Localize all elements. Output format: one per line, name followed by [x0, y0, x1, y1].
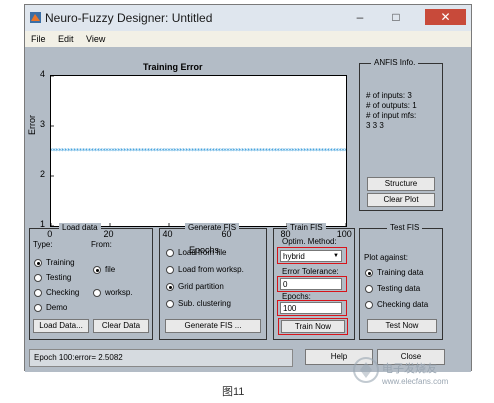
sub-clustering-radio[interactable] [166, 300, 174, 308]
training-error-plot: * * * * * * * * * * * * * * * * * * * * * * * * * * * * * * * * * * * * * * * *… [50, 75, 347, 227]
x-tick-label: 100 [336, 229, 352, 239]
from-workspace-radio[interactable] [93, 289, 101, 297]
y-axis-label: Error [27, 115, 37, 135]
from-workspace-label: worksp. [105, 288, 133, 297]
anfis-info-line: # of outputs: 1 [366, 101, 417, 110]
y-tick-label: 1 [40, 219, 46, 229]
anfis-info-line: 3 3 3 [366, 121, 384, 130]
load-from-file-label: Load from file [178, 248, 227, 257]
sub-clustering-label: Sub. clustering [178, 299, 231, 308]
y-tick-label: 2 [40, 169, 46, 179]
menu-bar: File Edit View [25, 31, 471, 47]
load-from-workspace-radio[interactable] [166, 266, 174, 274]
clear-data-button[interactable]: Clear Data [93, 319, 149, 333]
optim-method-value: hybrid [283, 252, 305, 261]
type-testing-radio[interactable] [34, 274, 42, 282]
plot-training-data-label: Training data [377, 268, 424, 277]
window-close-button[interactable]: ✕ [425, 9, 466, 25]
train-fis-title: Train FIS [287, 223, 326, 232]
type-label: Type: [33, 240, 53, 249]
error-tolerance-input[interactable]: 0 [280, 278, 342, 290]
clear-plot-button[interactable]: Clear Plot [367, 193, 435, 207]
type-testing-label: Testing [46, 273, 72, 282]
plot-against-label: Plot against: [364, 253, 409, 262]
grid-partition-radio[interactable] [166, 283, 174, 291]
watermark-logo: 电子发烧友 www.elecfans.com [352, 352, 480, 396]
error-tolerance-label: Error Tolerance: [282, 267, 339, 276]
type-checking-radio[interactable] [34, 289, 42, 297]
load-data-title: Load data [59, 223, 101, 232]
maximize-icon[interactable]: □ [381, 9, 411, 25]
optim-method-select[interactable]: hybrid ▼ [280, 250, 342, 262]
from-label: From: [91, 240, 112, 249]
plot-canvas: * * * * * * * * * * * * * * * * * * * * * * * * * * * * * * * * * * * * * * * *… [51, 76, 346, 226]
menu-edit[interactable]: Edit [58, 34, 74, 44]
epochs-input[interactable]: 100 [280, 302, 342, 314]
watermark-url: www.elecfans.com [382, 377, 449, 386]
x-tick-label: 40 [162, 229, 173, 239]
y-tick-label: 3 [40, 119, 46, 129]
x-tick-label: 60 [221, 229, 232, 239]
plot-title: Training Error [143, 62, 203, 72]
generate-fis-button[interactable]: Generate FIS ... [165, 319, 261, 333]
neuro-fuzzy-designer-window: Neuro-Fuzzy Designer: Untitled – □ ✕ Fil… [24, 4, 472, 372]
main-area: Training Error Error Epochs * * * * * * * * * * * *… [25, 47, 471, 372]
matlab-app-icon [30, 12, 41, 23]
from-file-label: file [105, 265, 116, 274]
watermark-name: 电子发烧友 [382, 363, 437, 375]
error-point: * [344, 147, 346, 155]
plot-testing-data-label: Testing data [377, 284, 421, 293]
type-checking-label: Checking [46, 288, 80, 297]
plot-testing-data-radio[interactable] [365, 285, 373, 293]
title-bar: Neuro-Fuzzy Designer: Untitled – □ ✕ [25, 5, 471, 32]
type-demo-label: Demo [46, 303, 68, 312]
type-training-label: Training [46, 258, 75, 267]
structure-button[interactable]: Structure [367, 177, 435, 191]
anfis-info-line: # of inputs: 3 [366, 91, 412, 100]
plot-training-data-radio[interactable] [365, 269, 373, 277]
load-from-workspace-label: Load from worksp. [178, 265, 244, 274]
plot-checking-data-label: Checking data [377, 300, 429, 309]
menu-view[interactable]: View [86, 34, 105, 44]
type-training-radio[interactable] [34, 259, 42, 267]
type-demo-radio[interactable] [34, 304, 42, 312]
status-bar: Epoch 100:error= 2.5082 [29, 349, 293, 367]
grid-partition-label: Grid partition [178, 282, 224, 291]
menu-file[interactable]: File [31, 34, 46, 44]
load-from-file-radio[interactable] [166, 249, 174, 257]
x-tick-label: 0 [47, 229, 53, 239]
test-fis-title: Test FIS [387, 223, 423, 232]
load-data-button[interactable]: Load Data... [33, 319, 89, 333]
test-now-button[interactable]: Test Now [367, 319, 437, 333]
minimize-icon[interactable]: – [345, 9, 375, 25]
from-file-radio[interactable] [93, 266, 101, 274]
x-tick-label: 20 [103, 229, 114, 239]
x-tick-label: 80 [280, 229, 291, 239]
window-title: Neuro-Fuzzy Designer: Untitled [45, 11, 213, 25]
y-tick-label: 4 [40, 69, 46, 79]
figure-caption: 图11 [222, 386, 245, 398]
anfis-info-title: ANFIS Info. [371, 58, 419, 67]
anfis-info-line: # of input mfs: [366, 111, 417, 120]
dropdown-arrow-icon: ▼ [333, 253, 339, 259]
train-now-button[interactable]: Train Now [281, 320, 345, 333]
plot-checking-data-radio[interactable] [365, 301, 373, 309]
